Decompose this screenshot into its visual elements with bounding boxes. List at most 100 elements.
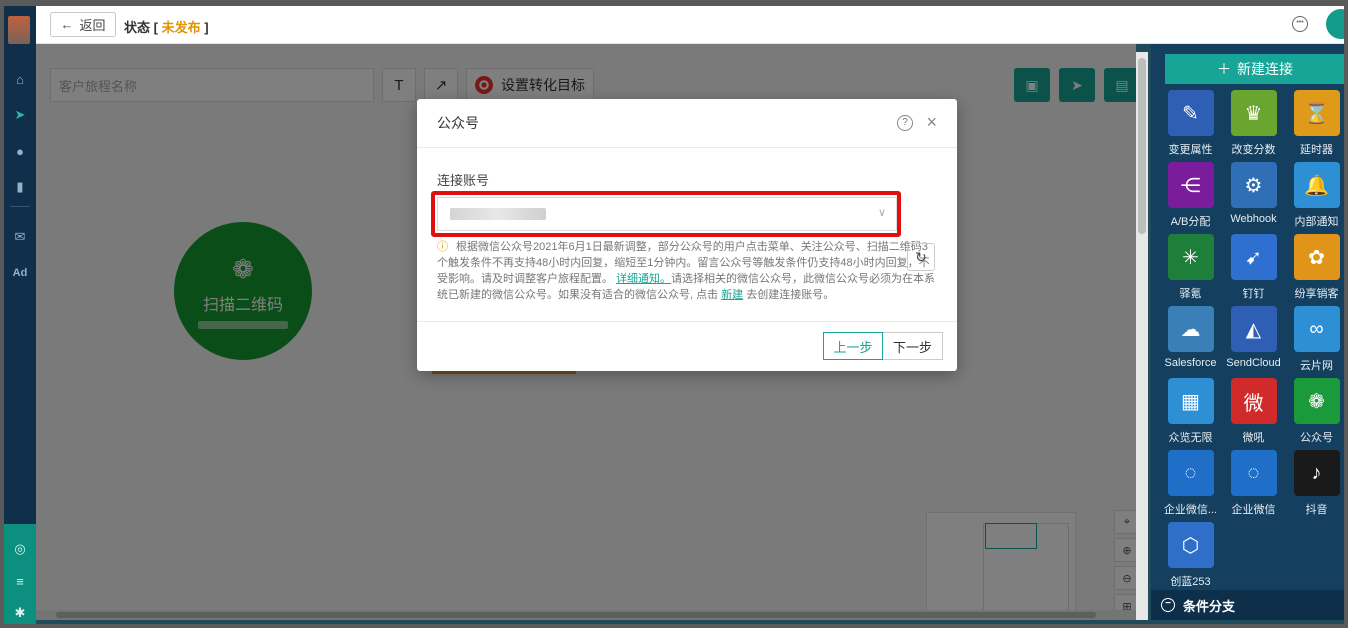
chat-icon[interactable]: ••• — [1292, 16, 1308, 32]
arrow-left-icon: ← — [60, 17, 74, 32]
create-link[interactable]: 新建 — [721, 289, 743, 301]
next-step-button[interactable]: 下一步 — [883, 332, 943, 360]
scroll-thumb[interactable] — [1138, 58, 1146, 234]
status-value: 未发布 — [161, 20, 201, 35]
sendcloud-icon: ◭ — [1230, 306, 1277, 352]
condition-branch-label: 条件分支 — [1183, 598, 1236, 614]
condition-branch-header[interactable]: − 条件分支 — [1151, 590, 1344, 620]
gear-icon[interactable]: ✱ — [4, 602, 36, 624]
help-icon[interactable]: ? — [897, 115, 913, 131]
wechat-icon: ❁ — [1293, 378, 1340, 424]
user-icon[interactable]: ● — [4, 140, 36, 162]
new-connection-label: 新建连接 — [1237, 61, 1293, 77]
components-panel: ＋ 新建连接 ✎ 变更属性 ♛ 改变分数 ⌛ 延时器 ⋲ A/B分配 ⚙ Webhook 🔔 内部通知… — [1151, 44, 1344, 620]
ad-icon[interactable]: Ad — [4, 262, 36, 284]
component-label: 众览无限 — [1168, 432, 1213, 444]
component-label: 公众号 — [1300, 432, 1333, 444]
webhook-icon: ⚙ — [1230, 162, 1277, 208]
component-item[interactable]: ◭ SendCloud — [1222, 306, 1285, 378]
component-label: 驿氪 — [1179, 288, 1202, 300]
component-item[interactable]: ◌ 企业微信 — [1222, 450, 1285, 522]
component-item[interactable]: ⬡ 创蓝253 — [1159, 522, 1222, 594]
dialog-header: 公众号 ? × — [417, 99, 957, 148]
cloud-icon: ☁ — [1167, 306, 1214, 352]
collapse-icon: − — [1161, 598, 1175, 612]
component-label: 内部通知 — [1294, 216, 1339, 228]
status-suffix: ] — [204, 20, 209, 35]
account-select-wrapper: ∨ — [431, 191, 901, 237]
component-label: 云片网 — [1300, 360, 1333, 372]
component-label: 创蓝253 — [1170, 576, 1211, 588]
component-item[interactable]: 🔔 内部通知 — [1285, 162, 1344, 234]
topbar: ← 返回 状态 [ 未发布 ] ••• — [36, 6, 1344, 44]
left-rail: ⌂ ➤ ● ▮ ✉ Ad ◎ ≡ ✱ — [4, 6, 36, 624]
component-item[interactable]: 微微吼 — [1222, 378, 1285, 450]
dialog-body: 连接账号 ∨ ↻ ⓘ 根据微信公众号2021年6月1日最新调整，部分公众号的用户点… — [417, 148, 957, 322]
component-item[interactable]: ✎ 变更属性 — [1159, 90, 1222, 162]
component-label: 变更属性 — [1168, 144, 1213, 156]
trophy-icon: ♛ — [1230, 90, 1277, 136]
component-label: 延时器 — [1300, 144, 1333, 156]
component-label: Salesforce — [1164, 357, 1217, 369]
component-item[interactable]: ♪ 抖音 — [1285, 450, 1344, 522]
component-item[interactable]: ◌ 企业微信... — [1159, 450, 1222, 522]
component-item[interactable]: ▦ 众览无限 — [1159, 378, 1222, 450]
vhall-icon: 微 — [1230, 378, 1277, 424]
component-label: 微吼 — [1242, 432, 1265, 444]
server-icon[interactable]: ≡ — [4, 570, 36, 592]
user-avatar[interactable] — [1326, 9, 1344, 39]
chuanglan-icon: ⬡ — [1167, 522, 1214, 568]
component-item[interactable]: ♛ 改变分数 — [1222, 90, 1285, 162]
fxiaoke-icon: ✿ — [1293, 234, 1340, 280]
org-logo — [8, 16, 30, 44]
component-item[interactable]: ⌛ 延时器 — [1285, 90, 1344, 162]
back-button[interactable]: ← 返回 — [50, 12, 116, 37]
component-item[interactable]: ✳ 驿氪 — [1159, 234, 1222, 306]
component-label: 改变分数 — [1231, 144, 1276, 156]
component-item[interactable]: ∞ 云片网 — [1285, 306, 1344, 378]
app-window: ⌂ ➤ ● ▮ ✉ Ad ◎ ≡ ✱ ← 返回 状态 [ 未发布 ] ••• 客… — [0, 0, 1348, 628]
status-prefix: 状态 [ — [124, 20, 158, 35]
prev-step-button[interactable]: 上一步 — [823, 332, 883, 360]
warning-icon: ⓘ — [437, 241, 448, 253]
rail-bottom: ◎ ≡ ✱ — [4, 524, 36, 624]
tiktok-icon: ♪ — [1293, 450, 1340, 496]
vertical-scrollbar[interactable] — [1136, 52, 1148, 620]
wechat-icon[interactable]: ✉ — [4, 226, 36, 248]
refresh-button[interactable]: ↻ — [907, 243, 935, 271]
highlight-frame — [431, 191, 901, 237]
component-item[interactable]: ⋲ A/B分配 — [1159, 162, 1222, 234]
split-icon: ⋲ — [1167, 162, 1214, 208]
dialog-footer: 上一步 下一步 — [417, 322, 957, 370]
component-label: 企业微信... — [1163, 504, 1218, 516]
home-icon[interactable]: ⌂ — [4, 68, 36, 90]
component-label: 纷享销客 — [1294, 288, 1339, 300]
component-item[interactable]: ☁ Salesforce — [1159, 306, 1222, 378]
status-indicator: 状态 [ 未发布 ] — [124, 17, 209, 36]
network-icon[interactable]: ◎ — [4, 538, 36, 560]
component-label: A/B分配 — [1170, 216, 1211, 228]
close-icon[interactable]: × — [926, 112, 937, 133]
dingtalk-icon: ➹ — [1230, 234, 1277, 280]
detail-notice-link[interactable]: 详细通知。 — [616, 273, 671, 285]
component-item[interactable]: ❁ 公众号 — [1285, 378, 1344, 450]
wecom-icon: ◌ — [1167, 450, 1214, 496]
rail-divider — [10, 206, 30, 207]
component-item[interactable]: ⚙ Webhook — [1222, 162, 1285, 234]
chart-icon[interactable]: ▮ — [4, 176, 36, 198]
plus-icon: ＋ — [1217, 61, 1231, 77]
component-item[interactable]: ➹ 钉钉 — [1222, 234, 1285, 306]
edit-icon: ✎ — [1167, 90, 1214, 136]
spider-icon: ✳ — [1167, 234, 1214, 280]
back-label: 返回 — [79, 18, 106, 33]
official-account-dialog: 公众号 ? × 连接账号 ∨ ↻ ⓘ 根据微信公众号2021年6月1日最新调整，部… — [417, 99, 957, 371]
component-label: Webhook — [1230, 213, 1277, 225]
send-icon[interactable]: ➤ — [4, 104, 36, 126]
component-item[interactable]: ✿ 纷享销客 — [1285, 234, 1344, 306]
refresh-icon: ↻ — [915, 248, 927, 265]
component-label: 抖音 — [1305, 504, 1328, 516]
new-connection-button[interactable]: ＋ 新建连接 — [1165, 54, 1344, 84]
connect-account-label: 连接账号 — [437, 173, 490, 188]
component-label: 企业微信 — [1231, 504, 1276, 516]
wecom-icon: ◌ — [1230, 450, 1277, 496]
